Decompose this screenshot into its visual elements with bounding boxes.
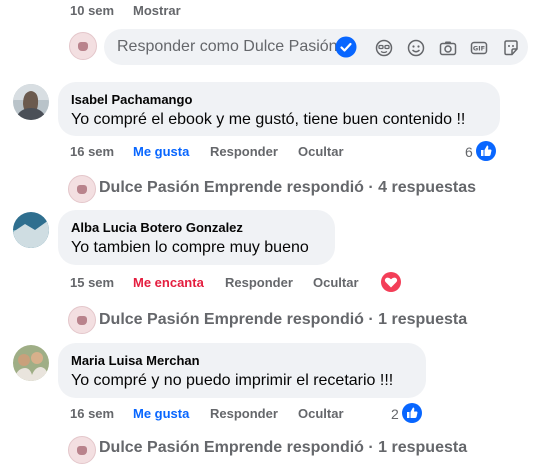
comment-actions: 16 sem Me gusta Responder Ocultar	[70, 144, 370, 160]
view-replies-link[interactable]: Dulce Pasión Emprende respondió · 4 resp…	[99, 179, 476, 197]
avatar-maria[interactable]	[13, 345, 49, 381]
love-action[interactable]: Me encanta	[133, 275, 204, 290]
gif-icon[interactable]: GIF	[470, 39, 488, 57]
comment-actions: 16 sem Me gusta Responder Ocultar	[70, 406, 370, 422]
switch-identity-icon[interactable]	[335, 36, 357, 58]
comment-timestamp[interactable]: 16 sem	[70, 406, 114, 421]
like-action[interactable]: Me gusta	[133, 406, 189, 421]
comment-text: Yo tambien lo compre muy bueno	[71, 239, 309, 256]
show-link[interactable]: Mostrar	[133, 3, 181, 18]
view-replies-link-partial[interactable]: Dulce Pasión Emprende respondió · 1 resp…	[99, 439, 467, 457]
like-reaction-icon[interactable]	[402, 403, 422, 423]
hide-action[interactable]: Ocultar	[298, 144, 344, 159]
top-timestamp[interactable]: 10 sem	[70, 3, 114, 18]
reply-action[interactable]: Responder	[210, 406, 278, 421]
avatar-alba[interactable]	[13, 212, 49, 248]
avatar-sticker-icon[interactable]	[375, 39, 393, 57]
svg-text:GIF: GIF	[473, 45, 485, 53]
reply-input[interactable]: Responder como Dulce Pasión	[117, 38, 339, 56]
hide-action[interactable]: Ocultar	[313, 275, 359, 290]
top-meta-row: 10 sem Mostrar	[70, 3, 270, 19]
reply-action[interactable]: Responder	[225, 275, 293, 290]
comment-timestamp[interactable]: 16 sem	[70, 144, 114, 159]
page-avatar-partial[interactable]	[68, 436, 96, 464]
view-replies-link[interactable]: Dulce Pasión Emprende respondió · 1 resp…	[99, 311, 467, 329]
comment-bubble-isabel: Isabel Pachamango Yo compré el ebook y m…	[58, 82, 500, 136]
comment-text: Yo compré y no puedo imprimir el recetar…	[71, 372, 394, 389]
comment-actions: 15 sem Me encanta Responder Ocultar	[70, 275, 380, 291]
love-reaction-icon[interactable]	[381, 272, 401, 292]
hide-action[interactable]: Ocultar	[298, 406, 344, 421]
avatar-isabel[interactable]	[13, 84, 49, 120]
like-reaction-icon[interactable]	[476, 141, 496, 161]
sticker-icon[interactable]	[502, 39, 520, 57]
comment-text: Yo compré el ebook y me gustó, tiene bue…	[71, 111, 466, 128]
comment-timestamp[interactable]: 15 sem	[70, 275, 114, 290]
comment-author[interactable]: Maria Luisa Merchan	[71, 353, 200, 368]
comment-bubble-maria: Maria Luisa Merchan Yo compré y no puedo…	[58, 343, 426, 398]
comment-author[interactable]: Isabel Pachamango	[71, 92, 192, 107]
comment-author[interactable]: Alba Lucia Botero Gonzalez	[71, 220, 243, 235]
page-avatar[interactable]	[68, 175, 96, 203]
page-avatar[interactable]	[68, 306, 96, 334]
comment-bubble-alba: Alba Lucia Botero Gonzalez Yo tambien lo…	[58, 210, 335, 265]
reaction-count[interactable]: 2	[391, 406, 399, 422]
like-action[interactable]: Me gusta	[133, 144, 189, 159]
reaction-count[interactable]: 6	[465, 144, 473, 160]
emoji-icon[interactable]	[407, 39, 425, 57]
reply-composer[interactable]: Responder como Dulce Pasión	[104, 29, 528, 65]
composer-page-avatar	[69, 32, 97, 60]
reply-action[interactable]: Responder	[210, 144, 278, 159]
camera-icon[interactable]	[439, 39, 457, 57]
